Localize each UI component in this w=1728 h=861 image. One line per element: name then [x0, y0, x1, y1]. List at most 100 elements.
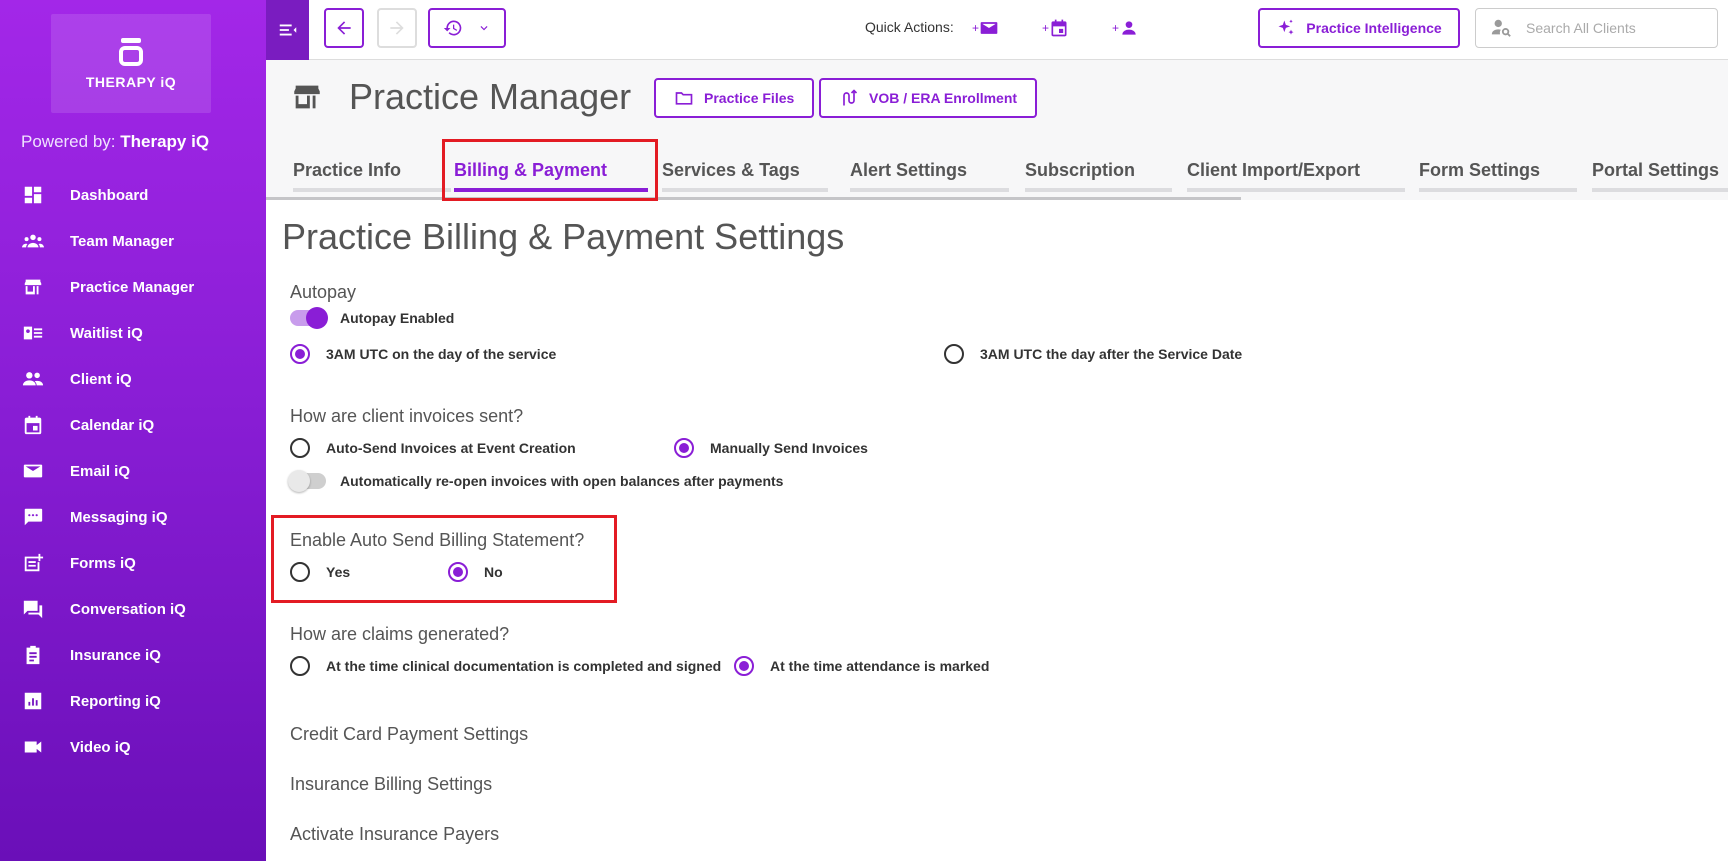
toggle-switch[interactable]: [288, 470, 326, 492]
tab-label: Form Settings: [1419, 159, 1541, 180]
mail-icon: [980, 22, 998, 34]
history-icon: [443, 20, 462, 36]
tab-label: Portal Settings: [1592, 159, 1720, 180]
credit-card-settings-link[interactable]: Credit Card Payment Settings: [290, 724, 528, 745]
person-icon: [1122, 21, 1136, 35]
logo-icon: [118, 37, 144, 68]
forward-button[interactable]: [377, 8, 417, 48]
search-input[interactable]: Search All Clients: [1475, 8, 1718, 48]
sparkle-icon: [1278, 19, 1294, 35]
tab-label: Subscription: [1025, 159, 1136, 180]
forum-icon: [22, 598, 44, 620]
arrow-right-icon: [390, 21, 404, 35]
tab-subscription[interactable]: Subscription: [1025, 148, 1172, 192]
dashboard-icon: [22, 184, 44, 206]
collapse-sidebar-button[interactable]: [266, 0, 309, 60]
quick-add-client-button[interactable]: +: [1112, 16, 1144, 40]
sidebar-nav: Dashboard Team Manager Practice Manager …: [0, 172, 266, 770]
claims-title: How are claims generated?: [290, 624, 510, 644]
sidebar-item-label: Team Manager: [70, 232, 174, 250]
insurance-billing-settings-link[interactable]: Insurance Billing Settings: [290, 774, 492, 795]
tab-practice-info[interactable]: Practice Info: [293, 148, 451, 192]
sidebar-item-conversation[interactable]: Conversation iQ: [0, 586, 266, 632]
tab-alert-settings[interactable]: Alert Settings: [850, 148, 1009, 192]
sidebar-item-label: Client iQ: [70, 370, 132, 388]
menu-collapse-icon: [279, 24, 296, 36]
calendar-icon: [22, 414, 44, 436]
sidebar-item-dashboard[interactable]: Dashboard: [0, 172, 266, 218]
sidebar-item-calendar[interactable]: Calendar iQ: [0, 402, 266, 448]
option-label: At the time clinical documentation is co…: [326, 658, 722, 674]
plus-icon: +: [972, 21, 980, 35]
quick-add-event-button[interactable]: +: [1042, 16, 1074, 40]
back-button[interactable]: [324, 8, 364, 48]
sidebar-item-label: Reporting iQ: [70, 692, 161, 710]
autopay-option-day-after[interactable]: 3AM UTC the day after the Service Date: [944, 344, 1242, 364]
invoice-option-auto-send[interactable]: Auto-Send Invoices at Event Creation: [290, 438, 576, 458]
practice-files-button[interactable]: Practice Files: [654, 78, 815, 118]
people-icon: [22, 368, 44, 390]
option-label: Auto-Send Invoices at Event Creation: [326, 440, 576, 456]
radio-button[interactable]: [944, 344, 964, 364]
tab-portal-settings[interactable]: Portal Settings: [1592, 148, 1728, 192]
sidebar-item-label: Video iQ: [70, 738, 131, 756]
tab-label: Alert Settings: [850, 159, 968, 180]
topbar: Quick Actions: + + + Practice Intelligen…: [309, 0, 1728, 60]
arrow-left-icon: [337, 21, 351, 35]
sidebar-item-client[interactable]: Client iQ: [0, 356, 266, 402]
tab-label: Practice Info: [293, 159, 402, 180]
sidebar-item-label: Waitlist iQ: [70, 324, 143, 342]
option-label: Manually Send Invoices: [710, 440, 868, 456]
clipboard-icon: [22, 644, 44, 666]
claims-option-documentation[interactable]: At the time clinical documentation is co…: [290, 656, 721, 676]
vob-era-label: VOB / ERA Enrollment: [869, 90, 1018, 106]
sidebar-item-team-manager[interactable]: Team Manager: [0, 218, 266, 264]
sidebar-item-email[interactable]: Email iQ: [0, 448, 266, 494]
mail-icon: [22, 460, 44, 482]
radio-button[interactable]: [290, 438, 310, 458]
autopay-option-same-day[interactable]: 3AM UTC on the day of the service: [290, 344, 556, 364]
store-icon: [294, 85, 320, 109]
waitlist-icon: [22, 322, 44, 344]
sidebar-item-label: Forms iQ: [70, 554, 136, 572]
reopen-invoices-toggle[interactable]: Automatically re-open invoices with open…: [288, 470, 783, 492]
radio-button[interactable]: [290, 656, 310, 676]
highlight-tab-box: [442, 139, 658, 201]
sidebar-item-waitlist[interactable]: Waitlist iQ: [0, 310, 266, 356]
quick-actions-label: Quick Actions:: [865, 19, 954, 35]
report-icon: [22, 690, 44, 712]
invoice-option-manual[interactable]: Manually Send Invoices: [674, 438, 868, 458]
practice-intelligence-button[interactable]: Practice Intelligence: [1258, 8, 1460, 48]
quick-add-email-button[interactable]: +: [972, 16, 1004, 40]
tab-services-tags[interactable]: Services & Tags: [662, 148, 828, 192]
practice-files-label: Practice Files: [704, 90, 795, 106]
option-label: 3AM UTC the day after the Service Date: [980, 346, 1243, 362]
radio-button[interactable]: [674, 438, 694, 458]
activate-insurance-payers-link[interactable]: Activate Insurance Payers: [290, 824, 499, 845]
tab-client-import-export[interactable]: Client Import/Export: [1187, 148, 1405, 192]
tab-form-settings[interactable]: Form Settings: [1419, 148, 1577, 192]
sidebar-item-forms[interactable]: Forms iQ: [0, 540, 266, 586]
route-icon: [843, 89, 858, 106]
section-title: Practice Billing & Payment Settings: [282, 216, 845, 257]
sidebar-item-practice-manager[interactable]: Practice Manager: [0, 264, 266, 310]
plus-icon: +: [1112, 21, 1120, 35]
vob-era-enrollment-button[interactable]: VOB / ERA Enrollment: [819, 78, 1038, 118]
radio-button[interactable]: [290, 344, 310, 364]
sidebar-item-insurance[interactable]: Insurance iQ: [0, 632, 266, 678]
autopay-toggle[interactable]: Autopay Enabled: [290, 307, 454, 329]
toggle-switch[interactable]: [290, 307, 328, 329]
option-label: 3AM UTC on the day of the service: [326, 346, 557, 362]
app-logo[interactable]: THERAPY iQ: [51, 14, 211, 113]
sidebar-item-reporting[interactable]: Reporting iQ: [0, 678, 266, 724]
history-dropdown[interactable]: [428, 8, 506, 48]
invoices-title: How are client invoices sent?: [290, 406, 524, 426]
store-icon: [22, 276, 44, 298]
radio-button[interactable]: [734, 656, 754, 676]
sidebar-item-label: Conversation iQ: [70, 600, 186, 618]
sidebar-item-video[interactable]: Video iQ: [0, 724, 266, 770]
sidebar-item-messaging[interactable]: Messaging iQ: [0, 494, 266, 540]
claims-option-attendance[interactable]: At the time attendance is marked: [734, 656, 989, 676]
option-label: At the time attendance is marked: [770, 658, 990, 674]
logo-text: THERAPY iQ: [85, 73, 177, 90]
